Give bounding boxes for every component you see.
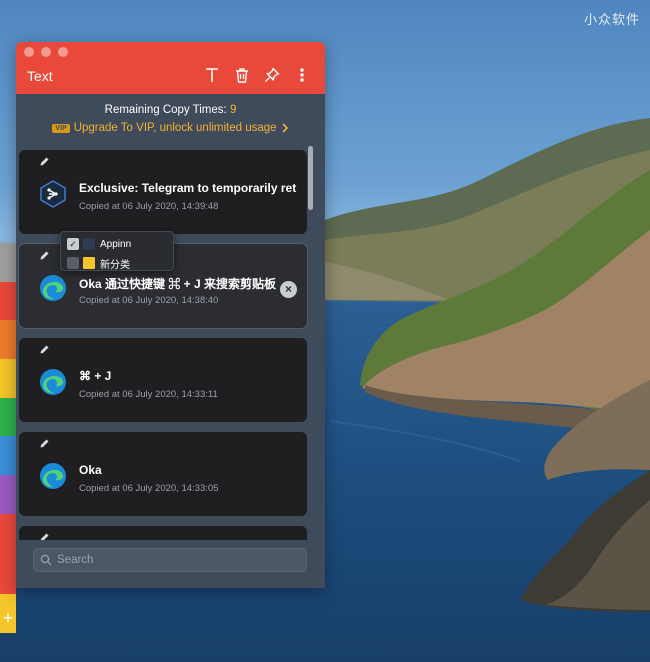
scroll-thumb[interactable] xyxy=(308,146,313,210)
category-color-segment[interactable] xyxy=(0,243,16,282)
checkbox-unchecked[interactable] xyxy=(67,257,79,269)
category-color-segment[interactable] xyxy=(0,514,16,594)
category-color-strip[interactable] xyxy=(0,243,16,662)
pencil-icon[interactable] xyxy=(39,156,50,167)
category-popover: ✓ Appinn 新分类 xyxy=(60,231,174,271)
clip-timestamp: Copied at 06 July 2020, 14:39:48 xyxy=(79,201,219,212)
clipboard-window: Text Remaining Copy Times: 9 VIP Upgrade… xyxy=(16,42,325,588)
window-controls xyxy=(24,47,68,57)
category-color-segment[interactable] xyxy=(0,475,16,514)
clip-title: Oka 通过快捷键 ⌘ + J 来搜索剪贴板 xyxy=(79,277,277,291)
more-icon[interactable] xyxy=(292,65,311,84)
edge-icon xyxy=(40,463,66,489)
clipboard-list: Exclusive: Telegram to temporarily ret C… xyxy=(16,148,325,540)
clip-title: Exclusive: Telegram to temporarily ret xyxy=(79,181,297,195)
close-window-button[interactable] xyxy=(24,47,34,57)
search-bar[interactable] xyxy=(33,548,307,572)
clip-title: Oka xyxy=(79,463,102,477)
clip-timestamp: Copied at 06 July 2020, 14:38:40 xyxy=(79,295,219,306)
search-icon xyxy=(40,554,52,566)
usage-quota: Remaining Copy Times: 9 VIP Upgrade To V… xyxy=(16,94,325,148)
category-color-segment[interactable] xyxy=(0,320,16,359)
minimize-window-button[interactable] xyxy=(41,47,51,57)
pencil-icon[interactable] xyxy=(39,438,50,449)
category-label: 新分类 xyxy=(100,259,130,271)
remaining-count: 9 xyxy=(229,104,237,116)
edge-icon xyxy=(40,275,66,301)
category-color-segment[interactable] xyxy=(0,436,16,475)
clip-card[interactable]: ⌘ + J Copied at 06 July 2020, 14:33:11 xyxy=(19,338,307,422)
checkbox-checked[interactable]: ✓ xyxy=(67,238,79,250)
clip-card[interactable] xyxy=(19,526,307,540)
clip-card[interactable]: Oka Copied at 06 July 2020, 14:33:05 xyxy=(19,432,307,516)
list-scrollbar[interactable] xyxy=(308,146,314,536)
vip-badge: VIP xyxy=(52,123,70,133)
pencil-icon[interactable] xyxy=(39,532,50,540)
category-color-segment[interactable] xyxy=(0,282,16,320)
edge-icon xyxy=(40,369,66,395)
upgrade-vip-link[interactable]: VIP Upgrade To VIP, unlock unlimited usa… xyxy=(52,122,288,134)
pencil-icon[interactable] xyxy=(39,250,50,261)
category-color-segment[interactable] xyxy=(0,359,16,398)
watermark-text: 小众软件 xyxy=(583,12,640,27)
zoom-window-button[interactable] xyxy=(58,47,68,57)
search-input[interactable] xyxy=(57,554,297,566)
category-color-swatch xyxy=(83,257,95,269)
delete-clip-button[interactable]: × xyxy=(280,281,297,298)
category-label: Appinn xyxy=(100,238,132,250)
upgrade-text: Upgrade To VIP, unlock unlimited usage xyxy=(73,122,277,134)
trash-icon[interactable] xyxy=(232,65,251,84)
clip-timestamp: Copied at 06 July 2020, 14:33:05 xyxy=(79,483,219,494)
clip-card[interactable]: Exclusive: Telegram to temporarily ret C… xyxy=(19,150,307,234)
category-option[interactable]: 新分类 xyxy=(67,256,130,271)
pencil-icon[interactable] xyxy=(39,344,50,355)
clip-timestamp: Copied at 06 July 2020, 14:33:11 xyxy=(79,389,218,400)
toolbar xyxy=(202,65,311,84)
category-color-segment[interactable] xyxy=(0,398,16,436)
remaining-label: Remaining Copy Times: xyxy=(104,104,227,116)
category-color-swatch xyxy=(83,238,95,250)
add-category-icon[interactable]: + xyxy=(0,603,16,633)
pin-icon[interactable] xyxy=(262,65,281,84)
window-title: Text xyxy=(27,68,53,84)
category-option[interactable]: ✓ Appinn xyxy=(67,237,131,251)
text-format-icon[interactable] xyxy=(202,65,221,84)
clip-title: ⌘ + J xyxy=(79,369,112,383)
chevron-right-icon xyxy=(282,123,288,133)
git-app-icon xyxy=(40,180,66,208)
window-titlebar: Text xyxy=(16,42,325,94)
